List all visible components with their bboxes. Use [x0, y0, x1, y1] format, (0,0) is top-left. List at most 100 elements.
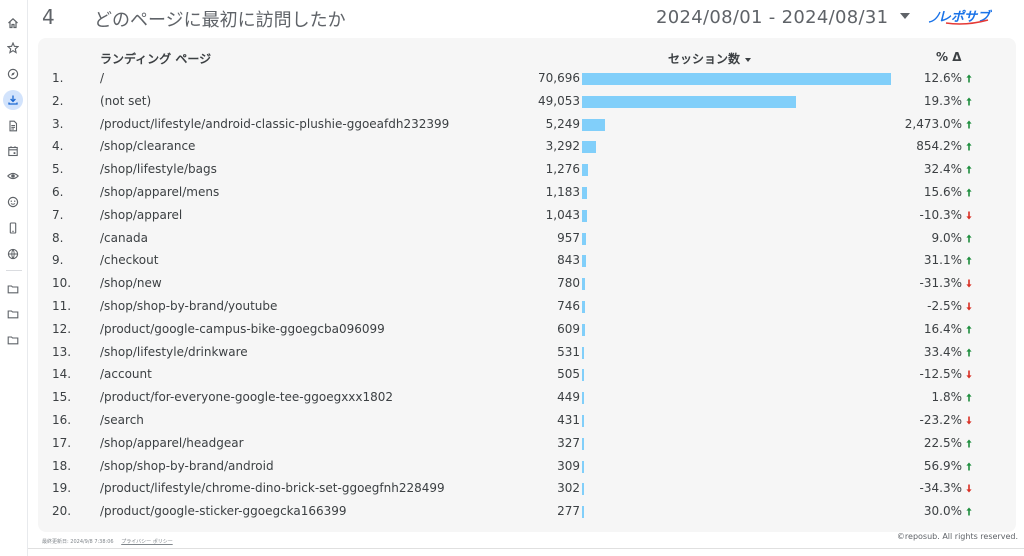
table-row[interactable]: 12. /product/google-campus-bike-ggoegcba0…	[38, 318, 1016, 341]
arrow-up-icon	[966, 97, 972, 106]
arrow-down-icon	[966, 279, 972, 288]
sessions-bar	[582, 141, 597, 154]
column-header-landing-page-label: ランディング ページ	[100, 52, 212, 66]
last-updated: 最終更新日: 2024/9/8 7:38:06	[42, 539, 114, 545]
sessions-bar	[582, 369, 585, 382]
table-row[interactable]: 11. /shop/shop-by-brand/youtube 746 -2.5%	[38, 295, 1016, 318]
delta-value: 9.0%	[931, 230, 963, 245]
delta-value: 2,473.0%	[904, 116, 962, 131]
table-row[interactable]: 20. /product/google-sticker-ggoegcka16639…	[38, 500, 1016, 523]
privacy-policy-link[interactable]: プライバシー ポリシー	[121, 539, 173, 545]
sessions-value: 609	[557, 321, 580, 336]
sessions-value: 3,292	[545, 139, 580, 154]
row-index: 13.	[52, 344, 72, 359]
table-row[interactable]: 6. /shop/apparel/mens 1,183 15.6%	[38, 181, 1016, 204]
column-header-delta-label: % Δ	[936, 50, 962, 64]
table-row[interactable]: 13. /shop/lifestyle/drinkware 531 33.4%	[38, 341, 1016, 364]
folder-icon[interactable]	[3, 279, 23, 299]
sessions-value: 531	[557, 344, 580, 359]
sessions-value: 49,053	[538, 93, 580, 108]
download-icon[interactable]	[3, 90, 23, 110]
globe-icon[interactable]	[3, 244, 23, 264]
column-header-delta[interactable]: % Δ	[936, 50, 962, 64]
sessions-bar	[582, 506, 584, 519]
table-row[interactable]: 19. /product/lifestyle/chrome-dino-brick-…	[38, 477, 1016, 500]
eye-icon[interactable]	[3, 166, 23, 186]
landing-page-path: /shop/shop-by-brand/android	[100, 458, 274, 473]
table-row[interactable]: 10. /shop/new 780 -31.3%	[38, 272, 1016, 295]
home-icon[interactable]	[3, 13, 23, 33]
date-range-picker[interactable]: 2024/08/01 - 2024/08/31	[656, 7, 888, 28]
arrow-up-icon	[966, 439, 972, 448]
table-row[interactable]: 15. /product/for-everyone-google-tee-ggoe…	[38, 386, 1016, 409]
sessions-value: 5,249	[545, 116, 580, 131]
sessions-bar	[582, 392, 584, 405]
table-row[interactable]: 3. /product/lifestyle/android-classic-plu…	[38, 113, 1016, 136]
delta-value: 33.4%	[923, 344, 962, 359]
arrow-up-icon	[966, 142, 972, 151]
table-row[interactable]: 7. /shop/apparel 1,043 -10.3%	[38, 204, 1016, 227]
nav-divider	[6, 270, 22, 271]
nav-rail	[0, 0, 28, 556]
footer-meta: 最終更新日: 2024/9/8 7:38:06 プライバシー ポリシー	[42, 538, 173, 545]
chevron-down-icon[interactable]	[900, 13, 910, 19]
sessions-value: 449	[557, 390, 580, 405]
arrow-up-icon	[966, 393, 972, 402]
row-index: 11.	[52, 299, 72, 313]
phone-icon[interactable]	[3, 218, 23, 238]
table-row[interactable]: 1. / 70,696 12.6%	[38, 67, 1016, 90]
sessions-value: 327	[557, 435, 580, 450]
table-row[interactable]: 8. /canada 957 9.0%	[38, 227, 1016, 250]
column-header-landing-page[interactable]: ランディング ページ	[100, 50, 211, 67]
sessions-value: 1,183	[545, 185, 580, 199]
sessions-value: 70,696	[538, 71, 580, 85]
document-icon[interactable]	[3, 116, 23, 136]
arrow-down-icon	[966, 211, 972, 220]
delta-value: 19.3%	[923, 93, 962, 108]
table-row[interactable]: 9. /checkout 843 31.1%	[38, 249, 1016, 272]
star-icon[interactable]	[3, 38, 23, 58]
page-title: どのページに最初に訪問したか	[94, 10, 346, 31]
table-row[interactable]: 18. /shop/shop-by-brand/android 309 56.9%	[38, 455, 1016, 478]
sessions-bar	[582, 415, 584, 427]
table-row[interactable]: 2. (not set) 49,053 19.3%	[38, 90, 1016, 113]
table-row[interactable]: 4. /shop/clearance 3,292 854.2%	[38, 135, 1016, 158]
delta-value: -2.5%	[927, 299, 962, 313]
delta-value: 15.6%	[923, 185, 962, 199]
landing-page-path: /shop/apparel/mens	[100, 185, 220, 199]
compass-icon[interactable]	[3, 64, 23, 84]
sessions-bar	[582, 73, 891, 85]
arrow-up-icon	[966, 74, 972, 83]
face-icon[interactable]	[3, 192, 23, 212]
delta-value: 32.4%	[923, 162, 962, 177]
table-row[interactable]: 14. /account 505 -12.5%	[38, 363, 1016, 386]
calendar-icon[interactable]	[3, 141, 23, 161]
sessions-bar	[582, 460, 584, 473]
row-index: 19.	[52, 481, 72, 496]
arrow-up-icon	[966, 462, 972, 471]
table-row[interactable]: 16. /search 431 -23.2%	[38, 409, 1016, 432]
row-index: 10.	[52, 276, 72, 291]
folder-icon[interactable]	[3, 330, 23, 350]
sessions-bar	[582, 437, 584, 450]
landing-page-path: /search	[100, 413, 144, 427]
arrow-up-icon	[966, 188, 972, 197]
delta-value: -10.3%	[919, 207, 962, 222]
table-row[interactable]: 5. /shop/lifestyle/bags 1,276 32.4%	[38, 158, 1016, 181]
landing-page-path: /shop/new	[100, 276, 162, 291]
column-header-sessions-label: セッション数	[668, 52, 741, 66]
sessions-bar	[582, 346, 585, 359]
sessions-value: 746	[557, 299, 580, 313]
row-index: 7.	[52, 207, 64, 222]
sessions-value: 843	[557, 253, 580, 268]
row-index: 2.	[52, 93, 64, 108]
column-header-sessions[interactable]: セッション数	[668, 50, 752, 67]
folder-icon[interactable]	[3, 304, 23, 324]
landing-page-table: ランディング ページ セッション数 % Δ 1. / 70,696 12.6% 2. (n…	[38, 38, 1016, 532]
landing-page-path: /shop/apparel/headgear	[100, 435, 244, 450]
table-row[interactable]: 17. /shop/apparel/headgear 327 22.5%	[38, 432, 1016, 455]
arrow-up-icon	[966, 348, 972, 357]
arrow-up-icon	[966, 325, 972, 334]
landing-page-path: /checkout	[100, 253, 159, 268]
arrow-up-icon	[966, 165, 972, 174]
